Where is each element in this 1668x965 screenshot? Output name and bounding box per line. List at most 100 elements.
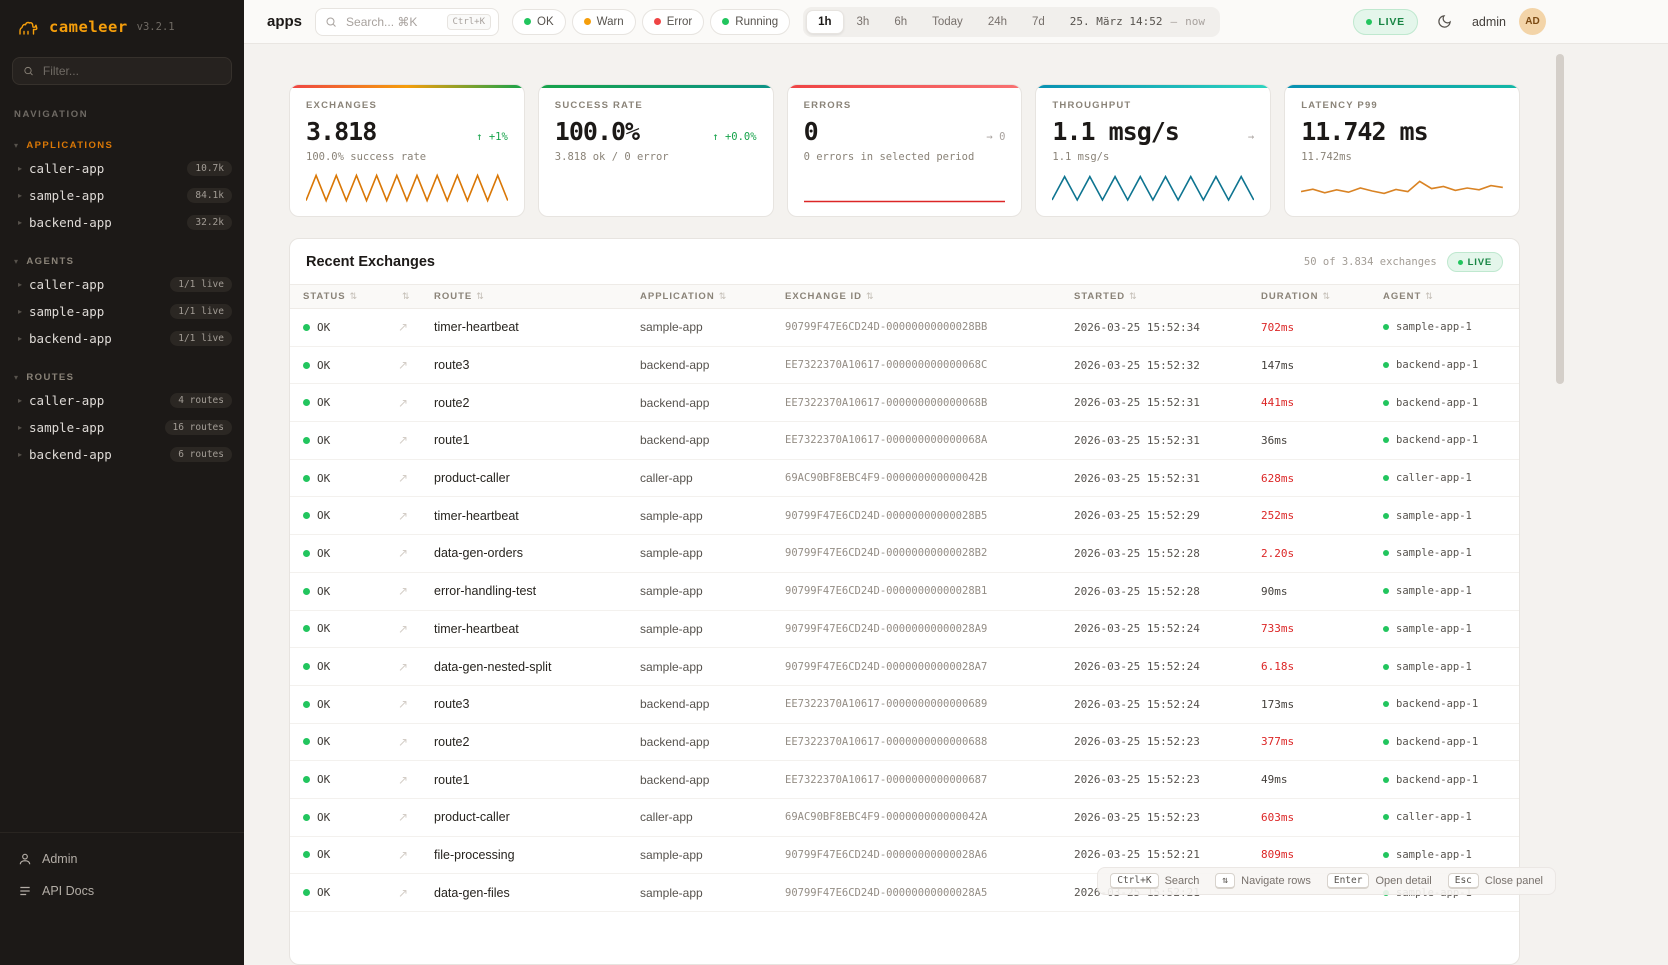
open-detail-cell[interactable]: ↗	[385, 735, 421, 749]
agent-status-dot-icon	[1383, 664, 1389, 670]
table-row[interactable]: OK ↗ route1 backend-app EE7322370A10617-…	[290, 761, 1519, 799]
stat-value-row: 100.0% ↑ +0.0%	[555, 117, 757, 146]
status-filter-chip[interactable]: Warn	[572, 9, 636, 35]
time-range-button[interactable]: 7d	[1020, 10, 1057, 34]
stat-card[interactable]: THROUGHPUT 1.1 msg/s → 1.1 msg/s	[1035, 84, 1271, 217]
open-detail-cell[interactable]: ↗	[385, 810, 421, 824]
open-detail-cell[interactable]: ↗	[385, 622, 421, 636]
theme-toggle-button[interactable]	[1431, 8, 1459, 36]
table-row[interactable]: OK ↗ route1 backend-app EE7322370A10617-…	[290, 422, 1519, 460]
scrollbar-thumb[interactable]	[1556, 54, 1564, 384]
time-range-button[interactable]: 1h	[806, 10, 843, 34]
stat-card[interactable]: LATENCY P99 11.742 ms 11.742ms	[1284, 84, 1520, 217]
sidebar-item-api-docs[interactable]: API Docs	[0, 875, 244, 907]
open-detail-cell[interactable]: ↗	[385, 320, 421, 334]
table-row[interactable]: OK ↗ timer-heartbeat sample-app 90799F47…	[290, 309, 1519, 347]
section-title-label: ROUTES	[26, 372, 74, 383]
ok-status-dot-icon	[303, 851, 310, 858]
sidebar-item-application[interactable]: ▸ caller-app 10.7k	[0, 155, 244, 182]
sidebar-item-application[interactable]: ▸ sample-app 84.1k	[0, 182, 244, 209]
agent-label: backend-app-1	[1396, 397, 1478, 409]
open-detail-cell[interactable]: ↗	[385, 697, 421, 711]
section-title-agents[interactable]: ▾ AGENTS	[0, 252, 244, 271]
open-detail-cell[interactable]: ↗	[385, 358, 421, 372]
time-range-button[interactable]: 6h	[882, 10, 919, 34]
open-detail-cell[interactable]: ↗	[385, 773, 421, 787]
table-row[interactable]: OK ↗ route2 backend-app EE7322370A10617-…	[290, 724, 1519, 762]
live-indicator[interactable]: LIVE	[1353, 9, 1418, 35]
item-caret-icon: ▸	[18, 451, 22, 459]
status-cell: OK	[290, 585, 385, 598]
table-row[interactable]: OK ↗ route2 backend-app EE7322370A10617-…	[290, 384, 1519, 422]
live-label: LIVE	[1468, 257, 1492, 268]
open-detail-cell[interactable]: ↗	[385, 584, 421, 598]
time-range-button[interactable]: Today	[920, 10, 975, 34]
avatar[interactable]: AD	[1519, 8, 1546, 35]
status-filter-chip[interactable]: OK	[512, 9, 566, 35]
open-detail-cell[interactable]: ↗	[385, 471, 421, 485]
sidebar-item-route[interactable]: ▸ sample-app 16 routes	[0, 414, 244, 441]
sort-icon: ⇅	[402, 292, 411, 302]
table-row[interactable]: OK ↗ error-handling-test sample-app 9079…	[290, 573, 1519, 611]
table-live-badge[interactable]: LIVE	[1447, 252, 1503, 272]
table-row[interactable]: OK ↗ data-gen-nested-split sample-app 90…	[290, 648, 1519, 686]
table-row[interactable]: OK ↗ data-gen-orders sample-app 90799F47…	[290, 535, 1519, 573]
open-detail-cell[interactable]: ↗	[385, 660, 421, 674]
table-row[interactable]: OK ↗ route3 backend-app EE7322370A10617-…	[290, 347, 1519, 385]
duration-cell: 147ms	[1248, 359, 1370, 372]
sidebar-item-route[interactable]: ▸ caller-app 4 routes	[0, 387, 244, 414]
started-cell: 2026-03-25 15:52:23	[1061, 811, 1248, 824]
keyboard-hints: Ctrl+K Search ⇅ Navigate rows Enter Open…	[1097, 867, 1556, 895]
stat-card[interactable]: SUCCESS RATE 100.0% ↑ +0.0% 3.818 ok / 0…	[538, 84, 774, 217]
column-header[interactable]: DURATION ⇅	[1248, 291, 1370, 302]
started-cell: 2026-03-25 15:52:31	[1061, 472, 1248, 485]
application-cell: sample-app	[627, 848, 772, 862]
column-header[interactable]: STATUS ⇅	[290, 291, 385, 302]
sidebar-item-agent[interactable]: ▸ sample-app 1/1 live	[0, 298, 244, 325]
sidebar-item-application[interactable]: ▸ backend-app 32.2k	[0, 209, 244, 236]
column-header[interactable]: ROUTE ⇅	[421, 291, 627, 302]
sidebar-item-agent[interactable]: ▸ caller-app 1/1 live	[0, 271, 244, 298]
sidebar-item-route[interactable]: ▸ backend-app 6 routes	[0, 441, 244, 468]
main-area: apps Ctrl+K OK Warn Error	[244, 0, 1668, 965]
open-detail-cell[interactable]: ↗	[385, 433, 421, 447]
agent-status-dot-icon	[1383, 513, 1389, 519]
stat-card[interactable]: EXCHANGES 3.818 ↑ +1% 100.0% success rat…	[289, 84, 525, 217]
open-detail-cell[interactable]: ↗	[385, 546, 421, 560]
filter-input[interactable]	[41, 63, 221, 79]
stat-accent-bar	[788, 85, 1022, 88]
open-detail-cell[interactable]: ↗	[385, 509, 421, 523]
section-title-routes[interactable]: ▾ ROUTES	[0, 368, 244, 387]
sidebar-item-admin[interactable]: Admin	[0, 843, 244, 875]
search-input[interactable]	[344, 14, 439, 30]
agent-label: caller-app-1	[1396, 811, 1472, 823]
column-header[interactable]: APPLICATION ⇅	[627, 291, 772, 302]
stat-accent-bar	[290, 85, 524, 88]
table-row[interactable]: OK ↗ route3 backend-app EE7322370A10617-…	[290, 686, 1519, 724]
app-logo[interactable]: cameleer v3.2.1	[0, 0, 244, 51]
column-header[interactable]: STARTED ⇅	[1061, 291, 1248, 302]
sidebar-item-agent[interactable]: ▸ backend-app 1/1 live	[0, 325, 244, 352]
section-title-applications[interactable]: ▾ APPLICATIONS	[0, 136, 244, 155]
open-detail-cell[interactable]: ↗	[385, 886, 421, 900]
column-header[interactable]: ⇅	[385, 292, 421, 302]
status-filter-chip[interactable]: Running	[710, 9, 790, 35]
table-row[interactable]: OK ↗ timer-heartbeat sample-app 90799F47…	[290, 497, 1519, 535]
sidebar-filter[interactable]	[12, 57, 232, 85]
open-row-icon: ↗	[398, 509, 408, 523]
table-row[interactable]: OK ↗ product-caller caller-app 69AC90BF8…	[290, 799, 1519, 837]
status-cell: OK	[290, 735, 385, 748]
section-caret-icon: ▾	[14, 374, 19, 382]
open-detail-cell[interactable]: ↗	[385, 848, 421, 862]
open-detail-cell[interactable]: ↗	[385, 396, 421, 410]
stat-card[interactable]: ERRORS 0 → 0 0 errors in selected period	[787, 84, 1023, 217]
status-filter-chip[interactable]: Error	[642, 9, 705, 35]
table-row[interactable]: OK ↗ timer-heartbeat sample-app 90799F47…	[290, 611, 1519, 649]
time-range-button[interactable]: 3h	[845, 10, 882, 34]
time-range-button[interactable]: 24h	[976, 10, 1019, 34]
global-search[interactable]: Ctrl+K	[315, 8, 499, 36]
column-header[interactable]: EXCHANGE ID ⇅	[772, 291, 1061, 302]
keyboard-hint: Enter Open detail	[1327, 873, 1432, 889]
column-header[interactable]: AGENT ⇅	[1370, 291, 1519, 302]
table-row[interactable]: OK ↗ product-caller caller-app 69AC90BF8…	[290, 460, 1519, 498]
